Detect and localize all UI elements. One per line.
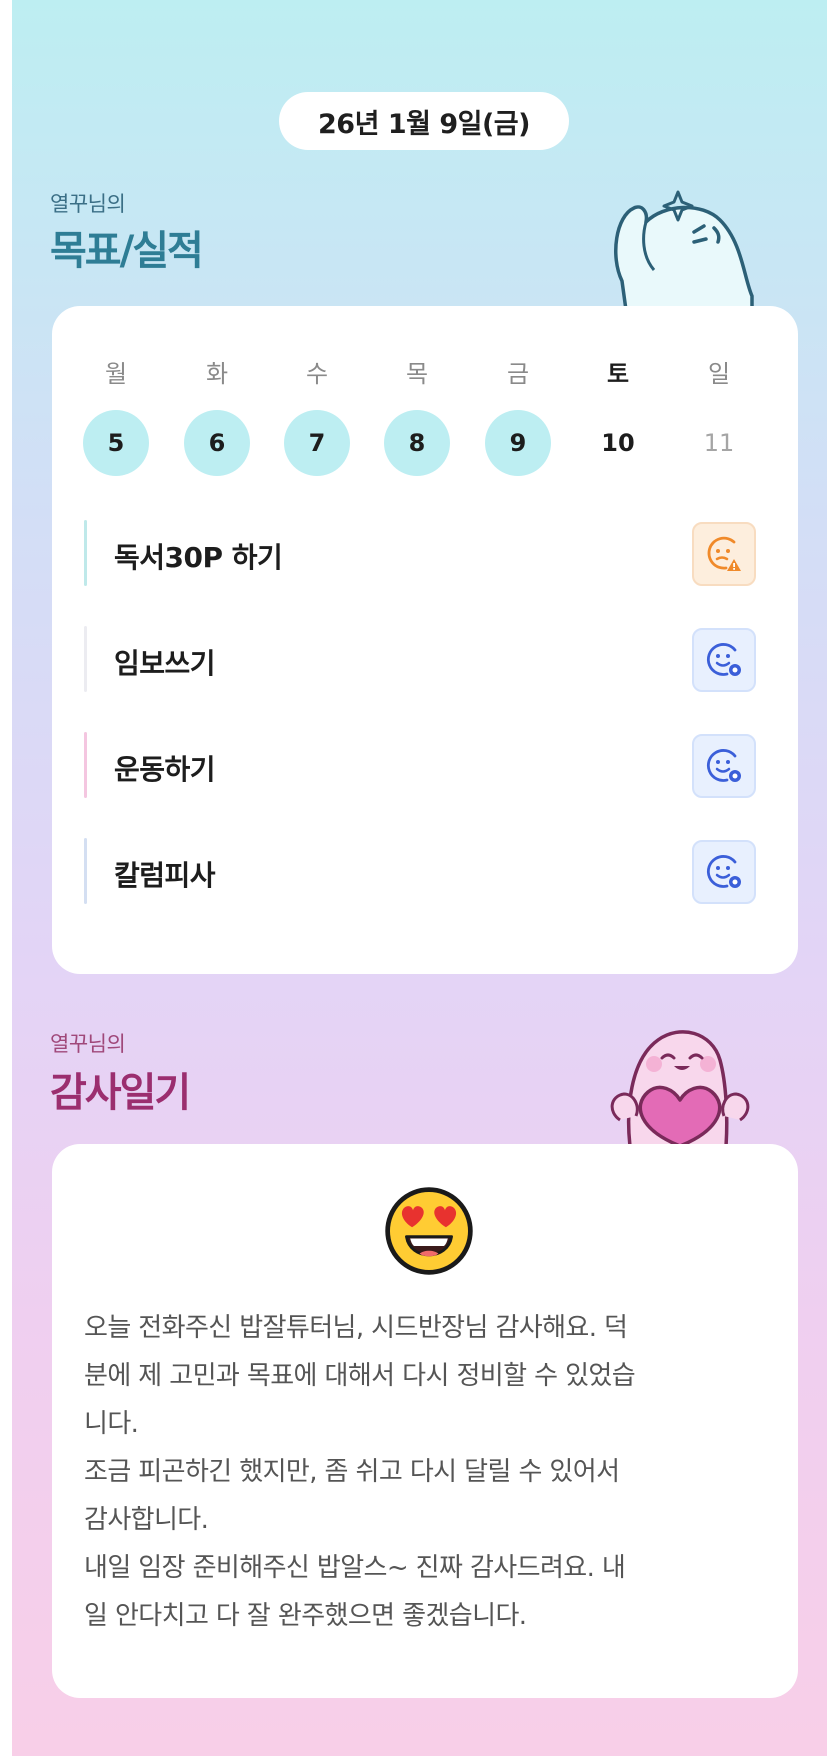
- date-9[interactable]: 9: [485, 410, 551, 476]
- diary-line: 니다.: [84, 1409, 139, 1439]
- pink-mascot-heart-icon: [610, 1030, 750, 1146]
- goal-status-button[interactable]: [692, 628, 756, 692]
- goals-section-title: 목표/실적: [50, 228, 204, 274]
- goal-label: 독서30P 하기: [114, 541, 283, 574]
- weekday-tue: 화: [205, 360, 229, 388]
- date-7[interactable]: 7: [284, 410, 350, 476]
- diary-line: 오늘 전화주신 밥잘튜터님, 시드반장님 감사해요. 덕: [84, 1313, 628, 1343]
- diary-line: 분에 제 고민과 목표에 대해서 다시 정비할 수 있었습: [84, 1361, 636, 1391]
- weekday-mon: 월: [104, 360, 128, 388]
- face-settings-icon: [707, 749, 741, 782]
- diary-line: 조금 피곤하긴 했지만, 좀 쉬고 다시 달릴 수 있어서: [84, 1457, 620, 1487]
- face-warning-icon: [707, 536, 741, 571]
- goal-row[interactable]: 임보쓰기: [84, 626, 756, 692]
- goal-label: 운동하기: [114, 753, 216, 786]
- goal-row[interactable]: 칼럼피사: [84, 838, 756, 904]
- goal-row[interactable]: 운동하기: [84, 732, 756, 798]
- goal-label: 임보쓰기: [114, 647, 216, 680]
- date-label: 26년 1월 9일(금): [318, 108, 531, 140]
- date-10[interactable]: 10: [585, 410, 651, 476]
- date-8[interactable]: 8: [384, 410, 450, 476]
- diary-section-subtitle: 열꾸님의: [50, 1032, 126, 1056]
- goal-color-bar: [84, 520, 87, 586]
- goal-label: 칼럼피사: [114, 859, 216, 892]
- goal-status-button[interactable]: [692, 840, 756, 904]
- diary-line: 감사합니다.: [84, 1505, 209, 1535]
- date-5[interactable]: 5: [83, 410, 149, 476]
- goal-status-button[interactable]: [692, 522, 756, 586]
- face-settings-icon: [707, 855, 741, 888]
- page-background: 26년 1월 9일(금) 열꾸님의 목표/실적 월 화 수 목 금 토 일 5 …: [12, 0, 827, 1756]
- date-6[interactable]: 6: [184, 410, 250, 476]
- diary-section-title: 감사일기: [50, 1070, 191, 1116]
- weekday-wed: 수: [305, 360, 329, 388]
- date-11[interactable]: 11: [686, 410, 752, 476]
- heart-eyes-face-icon: [385, 1187, 473, 1275]
- diary-line: 일 안다치고 다 잘 완주했으면 좋겠습니다.: [84, 1601, 527, 1631]
- diary-text: 오늘 전화주신 밥잘튜터님, 시드반장님 감사해요. 덕 분에 제 고민과 목표…: [84, 1304, 764, 1640]
- weekday-fri: 금: [506, 360, 530, 388]
- goal-color-bar: [84, 626, 87, 692]
- goals-section-subtitle: 열꾸님의: [50, 192, 126, 216]
- date-pill[interactable]: 26년 1월 9일(금): [279, 92, 569, 150]
- face-settings-icon: [707, 643, 741, 676]
- weekday-thu: 목: [405, 360, 429, 388]
- diary-line: 내일 임장 준비해주신 밥알스~ 진짜 감사드려요. 내: [84, 1553, 626, 1583]
- weekday-header: 월 화 수 목 금 토 일: [52, 354, 798, 388]
- weekday-sat: 토: [606, 360, 630, 388]
- goal-row[interactable]: 독서30P 하기: [84, 520, 756, 586]
- weekday-sun: 일: [707, 360, 731, 388]
- date-strip: 5 6 7 8 9 10 11: [52, 410, 798, 476]
- diary-card: 오늘 전화주신 밥잘튜터님, 시드반장님 감사해요. 덕 분에 제 고민과 목표…: [52, 1144, 798, 1698]
- goal-status-button[interactable]: [692, 734, 756, 798]
- goal-color-bar: [84, 732, 87, 798]
- blue-mascot-icon: [614, 190, 754, 310]
- goals-card: 월 화 수 목 금 토 일 5 6 7 8 9 10 11 독서30P 하기 임…: [52, 306, 798, 974]
- goal-color-bar: [84, 838, 87, 904]
